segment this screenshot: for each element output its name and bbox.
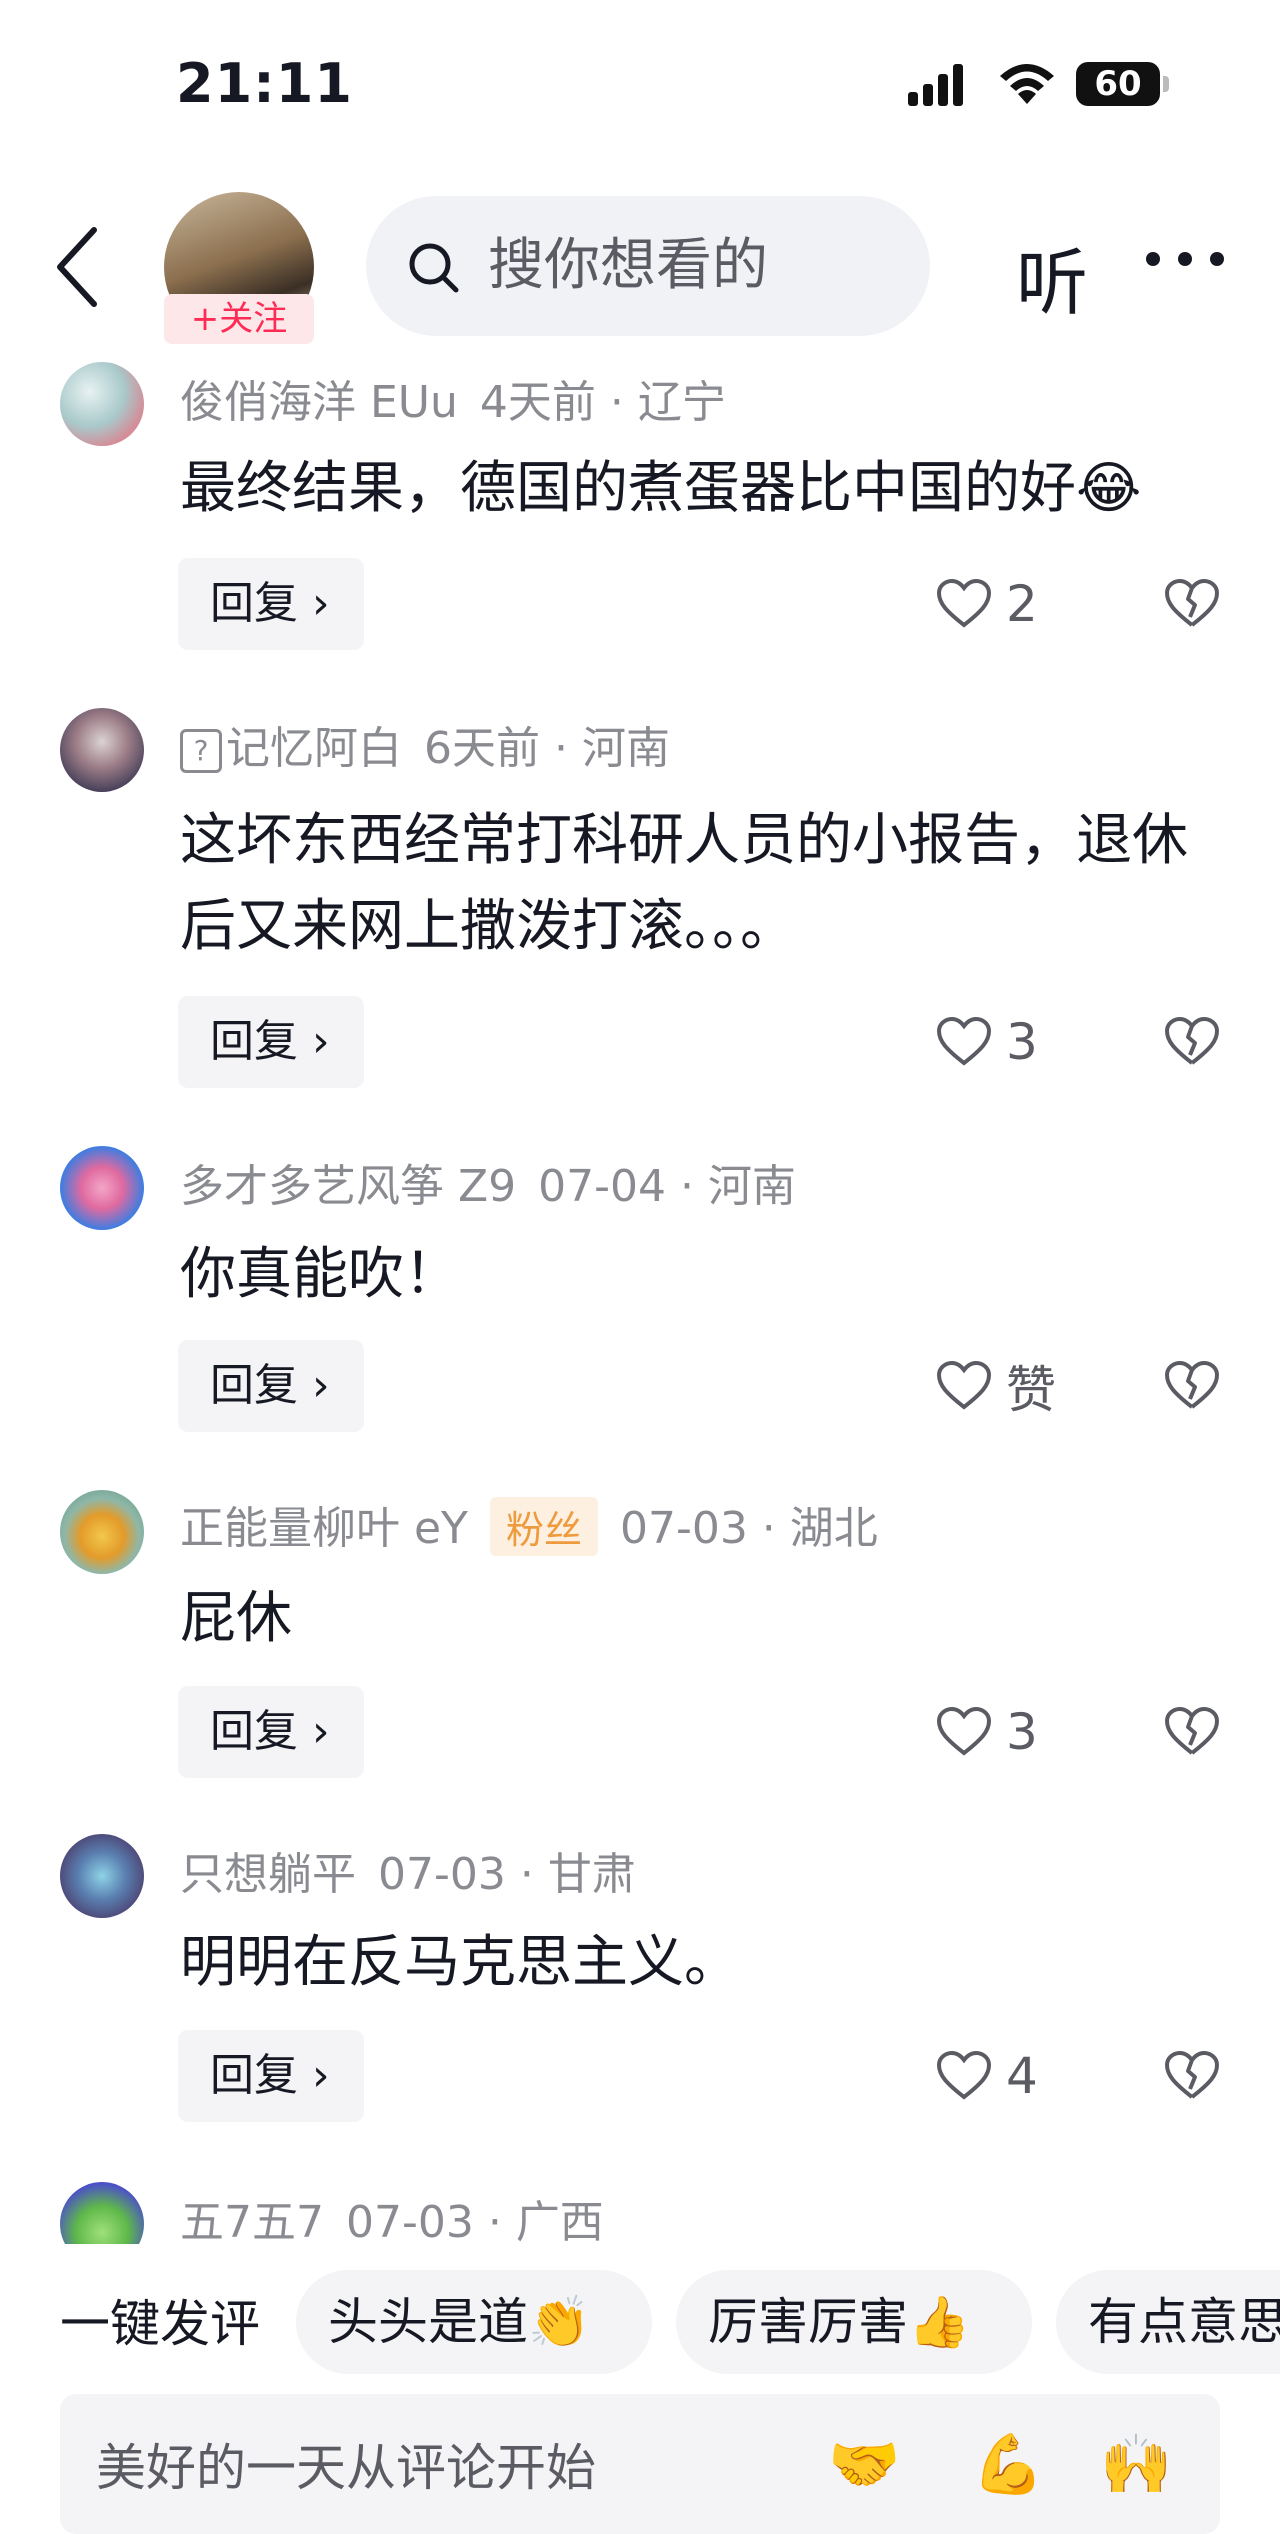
quick-comment-label: 一键发评	[60, 2295, 260, 2353]
comment-text: 明明在反马克思主义。	[180, 1930, 740, 1995]
time-location: 07-03 · 湖北	[619, 1503, 878, 1554]
status-time: 21:11	[176, 52, 353, 115]
time-location: 07-04 · 河南	[538, 1161, 796, 1212]
like-count: 赞	[1006, 1361, 1056, 1419]
user-avatar[interactable]	[60, 2182, 144, 2244]
quick-chip[interactable]: 有点意思	[1056, 2270, 1280, 2374]
raised-hands-emoji-button[interactable]: 🙌	[1100, 2430, 1172, 2499]
unknown-badge-icon: ?	[180, 729, 222, 773]
like-count: 3	[1006, 1013, 1038, 1071]
user-avatar[interactable]	[60, 1490, 144, 1574]
search-box[interactable]: 搜你想看的	[366, 196, 930, 336]
handshake-emoji-button[interactable]: 🤝	[828, 2430, 900, 2499]
user-name[interactable]: 多才多艺风筝 Z9	[180, 1161, 516, 1212]
author-avatar[interactable]: +关注	[164, 192, 314, 344]
dislike-button[interactable]	[1164, 1340, 1220, 1432]
user-name[interactable]: 俊俏海洋 EUu	[180, 377, 458, 428]
comment-text: 最终结果，德国的煮蛋器比中国的好😂	[180, 456, 1142, 521]
like-button[interactable]: 3	[936, 1686, 1038, 1778]
reply-button[interactable]: 回复 ›	[178, 996, 364, 1088]
like-count: 3	[1006, 1703, 1038, 1761]
comment-input[interactable]: 美好的一天从评论开始 🤝 💪 🙌	[60, 2394, 1220, 2534]
dislike-button[interactable]	[1164, 1686, 1220, 1778]
like-count: 4	[1006, 2047, 1038, 2105]
dislike-button[interactable]	[1164, 558, 1220, 650]
reply-button[interactable]: 回复 ›	[178, 558, 364, 650]
follow-button[interactable]: +关注	[164, 294, 314, 344]
battery-level: 60	[1094, 64, 1142, 104]
time-location: 4天前 · 辽宁	[479, 377, 726, 428]
status-bar: 21:11 60	[0, 0, 1280, 170]
reply-button[interactable]: 回复 ›	[178, 1686, 364, 1778]
reply-button[interactable]: 回复 ›	[178, 1340, 364, 1432]
heart-icon	[936, 1017, 992, 1066]
broken-heart-icon	[1165, 579, 1219, 627]
search-icon	[409, 243, 459, 293]
heart-icon	[936, 1707, 992, 1756]
time-location: 07-03 · 甘肃	[378, 1849, 636, 1900]
dislike-button[interactable]	[1164, 2030, 1220, 2122]
more-options-icon[interactable]	[1146, 252, 1226, 268]
quick-chip[interactable]: 头头是道👏	[296, 2270, 652, 2374]
signal-icon	[908, 64, 963, 106]
time-location: 6天前 · 河南	[424, 723, 670, 774]
user-name[interactable]: 只想躺平	[180, 1849, 356, 1900]
heart-icon	[936, 1361, 992, 1410]
user-avatar[interactable]	[60, 1834, 144, 1918]
like-count: 2	[1006, 575, 1038, 633]
dislike-button[interactable]	[1164, 996, 1220, 1088]
heart-icon	[936, 579, 992, 628]
battery-indicator: 60	[1076, 62, 1169, 106]
search-placeholder: 搜你想看的	[488, 233, 768, 298]
user-avatar[interactable]	[60, 362, 144, 446]
comment-text: 屁休	[180, 1586, 292, 1651]
comment-item: 五7五7 07-03 · 广西	[0, 2182, 1280, 2244]
like-button[interactable]: 2	[936, 558, 1038, 650]
user-avatar[interactable]	[60, 1146, 144, 1230]
broken-heart-icon	[1165, 1017, 1219, 1065]
reply-button[interactable]: 回复 ›	[178, 2030, 364, 2122]
time-location: 07-03 · 广西	[346, 2197, 604, 2244]
user-name[interactable]: 五7五7	[180, 2197, 324, 2244]
user-name[interactable]: 正能量柳叶 eY	[180, 1503, 468, 1554]
quick-comment-bar: 一键发评 头头是道👏 厉害厉害👍 有点意思	[0, 2262, 1280, 2374]
like-button[interactable]: 3	[936, 996, 1038, 1088]
user-name[interactable]: 记忆阿白	[226, 723, 402, 774]
wifi-icon	[1000, 64, 1054, 104]
listen-button[interactable]: 听	[1016, 224, 1088, 329]
muscle-emoji-button[interactable]: 💪	[972, 2430, 1044, 2499]
comment-input-placeholder: 美好的一天从评论开始	[96, 2439, 596, 2497]
fan-badge: 粉丝	[489, 1497, 598, 1556]
back-arrow-icon[interactable]	[48, 222, 108, 312]
broken-heart-icon	[1165, 2051, 1219, 2099]
user-avatar[interactable]	[60, 708, 144, 792]
quick-chip[interactable]: 厉害厉害👍	[676, 2270, 1032, 2374]
broken-heart-icon	[1165, 1361, 1219, 1409]
heart-icon	[936, 2051, 992, 2100]
comment-text: 这坏东西经常打科研人员的小报告，退休后又来网上撒泼打滚。。。	[180, 808, 1188, 959]
comment-text: 你真能吹！	[180, 1242, 460, 1307]
broken-heart-icon	[1165, 1707, 1219, 1755]
top-nav: +关注 搜你想看的 听	[0, 180, 1280, 350]
like-button[interactable]: 赞	[936, 1340, 1056, 1432]
like-button[interactable]: 4	[936, 2030, 1038, 2122]
